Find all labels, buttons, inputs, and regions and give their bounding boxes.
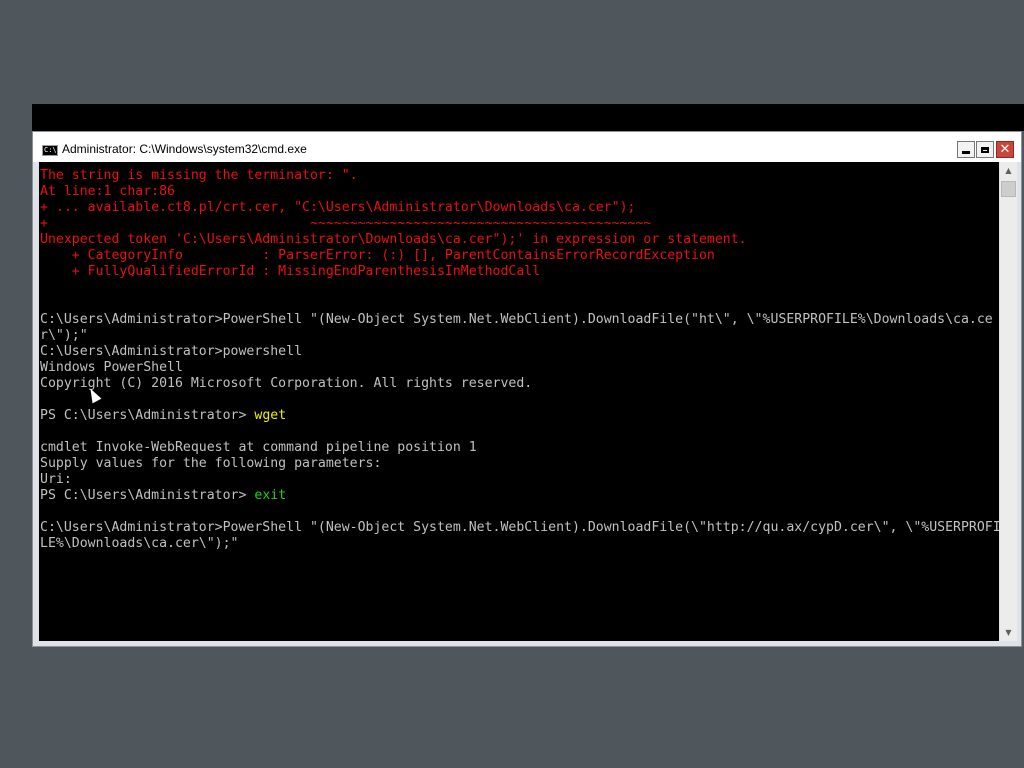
console-line: + CategoryInfo : ParserError: (:) [], Pa… (39, 248, 999, 264)
top-black-band (32, 104, 1024, 131)
console-line: PS C:\Users\Administrator> exit (39, 488, 999, 504)
console-line-text: The string is missing the terminator: ". (40, 168, 358, 183)
cmd-app-icon[interactable]: C:\. (42, 145, 58, 156)
console-line: At line:1 char:86 (39, 184, 999, 200)
console-line: r\");" (39, 328, 999, 344)
title-bar[interactable]: C:\. Administrator: C:\Windows\system32\… (33, 132, 1021, 162)
console-line-text: C:\Users\Administrator>powershell (40, 344, 303, 359)
console-line: Uri: (39, 472, 999, 488)
scroll-up-arrow-icon[interactable]: ▲ (1000, 162, 1017, 179)
console-line-text: + ~~~~ (40, 162, 667, 167)
console-line-text: + ... available.ct8.pl/crt.cer, "C:\User… (40, 200, 636, 215)
console-line: LE%\Downloads\ca.cer\");" (39, 536, 999, 552)
console-line: C:\Users\Administrator>PowerShell "(New-… (39, 312, 999, 328)
console-line-text: At line:1 char:86 (40, 184, 175, 199)
typed-command: wget (254, 408, 287, 423)
console-line: PS C:\Users\Administrator> wget (39, 408, 999, 424)
console-line-text: Windows PowerShell (40, 360, 183, 375)
console-output[interactable]: + ~~~~The string is missing the terminat… (39, 162, 999, 641)
maximize-icon (981, 146, 989, 153)
console-line: Copyright (C) 2016 Microsoft Corporation… (39, 376, 999, 392)
scroll-thumb[interactable] (1001, 181, 1016, 197)
console-line: The string is missing the terminator: ". (39, 168, 999, 184)
console-line: C:\Users\Administrator>powershell (39, 344, 999, 360)
console-line-text: PS C:\Users\Administrator> (40, 408, 255, 423)
console-line-text: Copyright (C) 2016 Microsoft Corporation… (40, 376, 533, 391)
console-line-text: + CategoryInfo : ParserError: (:) [], Pa… (40, 248, 715, 263)
console-line-text: Supply values for the following paramete… (40, 456, 382, 471)
console-line-text: C:\Users\Administrator>PowerShell "(New-… (40, 312, 993, 327)
cmd-window: C:\. Administrator: C:\Windows\system32\… (32, 131, 1022, 647)
minimize-button[interactable] (957, 141, 975, 158)
console-line: cmdlet Invoke-WebRequest at command pipe… (39, 440, 999, 456)
console-line: Unexpected token 'C:\Users\Administrator… (39, 232, 999, 248)
maximize-button[interactable] (976, 141, 994, 158)
console-line: Windows PowerShell (39, 360, 999, 376)
console-line-text: LE%\Downloads\ca.cer\");" (40, 536, 239, 551)
minimize-icon (962, 150, 970, 154)
console-line-text: r\");" (40, 328, 88, 343)
console-line-text: Uri: (40, 472, 72, 487)
console-line-text: Unexpected token 'C:\Users\Administrator… (40, 232, 747, 247)
console-line-text: + ~~~~~~~~~~~~~~~~~~~~~~~~~~~~~~~~~~~~~~… (40, 216, 652, 231)
typed-command: exit (254, 488, 287, 503)
close-button[interactable]: ✕ (996, 141, 1014, 158)
console-line: Supply values for the following paramete… (39, 456, 999, 472)
console-line-text: + FullyQualifiedErrorId : MissingEndPare… (40, 264, 541, 279)
window-title: Administrator: C:\Windows\system32\cmd.e… (62, 142, 307, 156)
scroll-down-arrow-icon[interactable]: ▼ (1000, 624, 1017, 641)
console-line-text: PS C:\Users\Administrator> (40, 488, 255, 503)
console-line: + ~~~~~~~~~~~~~~~~~~~~~~~~~~~~~~~~~~~~~~… (39, 216, 999, 232)
console-line: C:\Users\Administrator>PowerShell "(New-… (39, 520, 999, 536)
console-line: + ... available.ct8.pl/crt.cer, "C:\User… (39, 200, 999, 216)
console-line-text: cmdlet Invoke-WebRequest at command pipe… (40, 440, 477, 455)
close-icon: ✕ (999, 142, 1011, 157)
console-line: + FullyQualifiedErrorId : MissingEndPare… (39, 264, 999, 280)
vertical-scrollbar[interactable]: ▲ ▼ (1000, 162, 1017, 641)
console-line-text: C:\Users\Administrator>PowerShell "(New-… (40, 520, 999, 535)
